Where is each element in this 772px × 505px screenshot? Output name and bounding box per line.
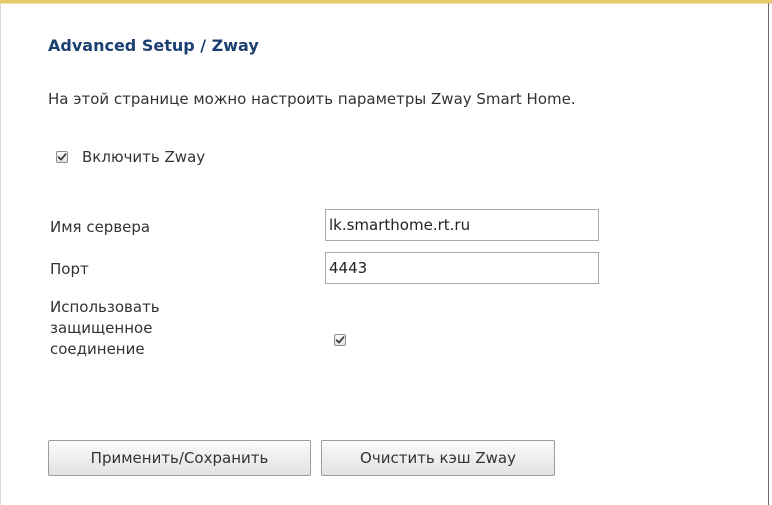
server-name-input[interactable]: [325, 209, 599, 241]
page-title: Advanced Setup / Zway: [48, 36, 259, 55]
enable-zway-label: Включить Zway: [82, 148, 206, 166]
checkmark-icon: [57, 153, 67, 161]
frame-right-border: [768, 3, 769, 505]
secure-connection-label: Использовать защищенное соединение: [50, 298, 160, 358]
enable-zway-checkbox[interactable]: [56, 151, 68, 163]
apply-save-button[interactable]: Применить/Сохранить: [48, 440, 311, 476]
page-description: На этой странице можно настроить парамет…: [48, 90, 576, 108]
port-input[interactable]: [325, 252, 599, 284]
clear-zway-cache-button[interactable]: Очистить кэш Zway: [321, 440, 555, 476]
settings-panel: Advanced Setup / Zway На этой странице м…: [48, 0, 763, 505]
port-label: Порт: [50, 260, 89, 278]
checkmark-icon: [335, 336, 345, 344]
secure-connection-checkbox[interactable]: [334, 334, 346, 346]
server-name-label: Имя сервера: [50, 218, 151, 236]
enable-zway-row: Включить Zway: [56, 147, 205, 167]
frame-left-border: [0, 3, 1, 505]
